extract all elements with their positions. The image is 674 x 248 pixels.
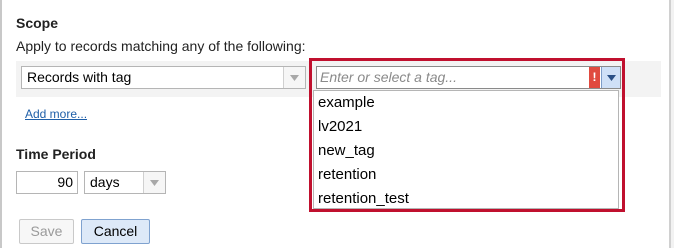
- tag-option[interactable]: retention_test: [318, 190, 409, 207]
- tag-option[interactable]: example: [318, 94, 375, 111]
- chevron-down-icon: [150, 179, 159, 186]
- scope-description: Apply to records matching any of the fol…: [16, 38, 306, 54]
- rule-type-select[interactable]: Records with tag: [21, 66, 306, 89]
- tag-option[interactable]: lv2021: [318, 118, 362, 135]
- chevron-down-icon: [606, 74, 616, 81]
- scope-heading: Scope: [16, 15, 59, 31]
- tag-dropdown-button[interactable]: [601, 67, 620, 88]
- dialog-left-border: [0, 0, 2, 248]
- tag-option[interactable]: new_tag: [318, 142, 375, 159]
- cancel-button[interactable]: Cancel: [81, 219, 150, 244]
- chevron-down-icon: [290, 74, 299, 81]
- time-unit-select[interactable]: days: [84, 171, 166, 194]
- time-amount-value: 90: [57, 174, 73, 190]
- tag-options-list: example lv2021 new_tag retention retenti…: [313, 90, 619, 209]
- tag-combobox[interactable]: Enter or select a tag... !: [316, 66, 621, 89]
- time-unit-value: days: [90, 174, 120, 190]
- rule-type-value: Records with tag: [27, 69, 132, 85]
- tag-option[interactable]: retention: [318, 166, 376, 183]
- warning-icon: !: [589, 67, 600, 88]
- save-button[interactable]: Save: [19, 219, 74, 244]
- time-amount-input[interactable]: 90: [16, 171, 78, 194]
- time-unit-dropdown-button[interactable]: [143, 172, 165, 193]
- add-more-link[interactable]: Add more...: [25, 107, 87, 121]
- tag-input[interactable]: Enter or select a tag...: [320, 69, 457, 85]
- rule-type-dropdown-button[interactable]: [283, 67, 305, 88]
- time-period-heading: Time Period: [16, 146, 96, 162]
